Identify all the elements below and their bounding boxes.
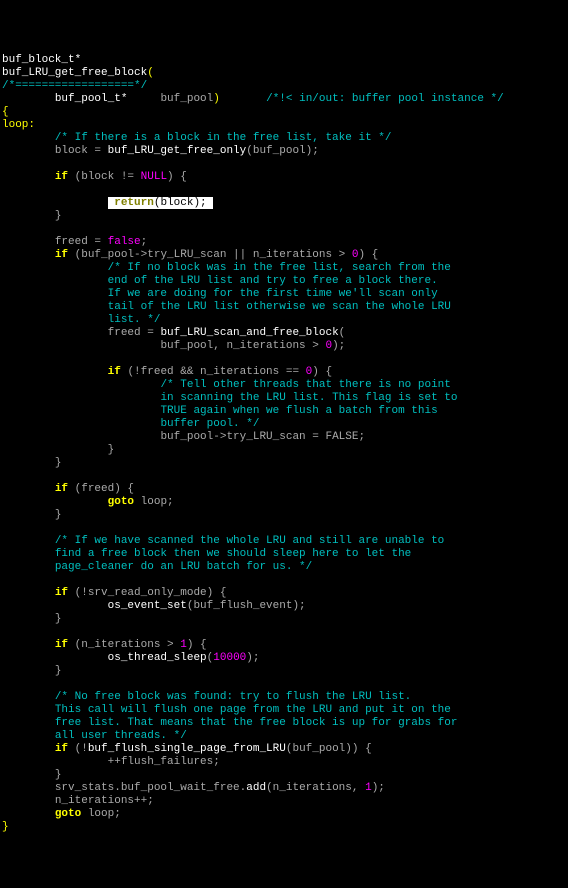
cond: (!srv_read_only_mode) {: [75, 587, 227, 599]
brace: }: [55, 210, 62, 222]
brace: }: [2, 821, 9, 833]
keyword-return: return: [114, 197, 154, 209]
stmt: n_iterations++;: [55, 795, 154, 807]
false: false: [108, 236, 141, 248]
keyword-if: if: [55, 743, 68, 755]
semi: ;: [167, 496, 174, 508]
cond: (freed) {: [75, 483, 134, 495]
stmt: freed =: [108, 327, 161, 339]
stmt: srv_stats.buf_pool_wait_free.: [55, 782, 246, 794]
comment: end of the LRU list and try to free a bl…: [108, 275, 438, 287]
comment: buffer pool. */: [160, 418, 259, 430]
cond: (n_iterations >: [75, 639, 181, 651]
stmt: freed =: [55, 236, 108, 248]
stmt: (buf_pool);: [246, 145, 319, 157]
fn-call: buf_LRU_scan_and_free_block: [160, 327, 338, 339]
comment: This call will flush one page from the L…: [55, 704, 451, 716]
fn-call: add: [246, 782, 266, 794]
code-block: buf_block_t* buf_LRU_get_free_block ( /*=…: [2, 54, 504, 833]
comment: list. */: [108, 314, 161, 326]
keyword-if: if: [55, 639, 68, 651]
num: 1: [365, 782, 372, 794]
function-name: buf_LRU_get_free_block: [2, 67, 147, 79]
keyword-if: if: [55, 171, 68, 183]
return-type: buf_block_t*: [2, 54, 81, 66]
keyword-if: if: [55, 249, 68, 261]
neg: (!: [75, 743, 88, 755]
brace: }: [55, 613, 62, 625]
cond: (block !=: [75, 171, 141, 183]
paren: );: [246, 652, 259, 664]
brace: }: [55, 769, 62, 781]
stmt: buf_pool->try_LRU_scan = FALSE;: [160, 431, 365, 443]
return-arg: (block);: [154, 197, 207, 209]
brace: ) {: [167, 171, 187, 183]
comment: TRUE again when we flush a batch from th…: [160, 405, 437, 417]
brace: ) {: [358, 249, 378, 261]
arg: (n_iterations,: [266, 782, 365, 794]
keyword-goto: goto: [55, 808, 81, 820]
arg: buf_pool, n_iterations >: [160, 340, 325, 352]
arg: (buf_flush_event);: [187, 600, 306, 612]
comment: /* If we have scanned the whole LRU and …: [55, 535, 444, 547]
arg: (buf_pool)) {: [286, 743, 372, 755]
cond: (!freed && n_iterations ==: [127, 366, 305, 378]
brace: }: [55, 665, 62, 677]
fn-call: os_event_set: [108, 600, 187, 612]
comment-hr: /*==================*/: [2, 80, 147, 92]
paren: );: [332, 340, 345, 352]
param-name: buf_pool: [160, 93, 213, 105]
param-type: buf_pool_t*: [55, 93, 128, 105]
fn-call: buf_flush_single_page_from_LRU: [88, 743, 286, 755]
keyword-if: if: [55, 587, 68, 599]
keyword-if: if: [55, 483, 68, 495]
brace: }: [108, 444, 115, 456]
cond: (buf_pool->try_LRU_scan || n_iterations …: [75, 249, 352, 261]
comment: all user threads. */: [55, 730, 187, 742]
fn-call: buf_LRU_get_free_only: [108, 145, 247, 157]
comment: If we are doing for the first time we'll…: [108, 288, 438, 300]
comment: /* If no block was in the free list, sea…: [108, 262, 451, 274]
semi: ;: [141, 236, 148, 248]
fn-call: os_thread_sleep: [108, 652, 207, 664]
highlighted-return: return(block);: [108, 197, 214, 209]
keyword-goto: goto: [108, 496, 134, 508]
brace: }: [55, 457, 62, 469]
num: 1: [180, 639, 187, 651]
paren: );: [372, 782, 385, 794]
comment: free list. That means that the free bloc…: [55, 717, 458, 729]
comment: tail of the LRU list otherwise we scan t…: [108, 301, 451, 313]
comment: /* Tell other threads that there is no p…: [160, 379, 450, 391]
null: NULL: [141, 171, 167, 183]
keyword-if: if: [108, 366, 121, 378]
label-ref: loop: [88, 808, 114, 820]
comment: /* No free block was found: try to flush…: [55, 691, 411, 703]
label-ref: loop: [141, 496, 167, 508]
paren: (: [339, 327, 346, 339]
stmt: block =: [55, 145, 108, 157]
comment: page_cleaner do an LRU batch for us. */: [55, 561, 312, 573]
brace: }: [55, 509, 62, 521]
semi: ;: [114, 808, 121, 820]
param-comment: /*!< in/out: buffer pool instance */: [266, 93, 504, 105]
comment: in scanning the LRU list. This flag is s…: [160, 392, 457, 404]
num: 10000: [213, 652, 246, 664]
label-loop: loop:: [2, 119, 35, 131]
stmt: ++flush_failures;: [108, 756, 220, 768]
comment: find a free block then we should sleep h…: [55, 548, 411, 560]
brace: ) {: [312, 366, 332, 378]
comment: /* If there is a block in the free list,…: [55, 132, 392, 144]
brace: ) {: [187, 639, 207, 651]
